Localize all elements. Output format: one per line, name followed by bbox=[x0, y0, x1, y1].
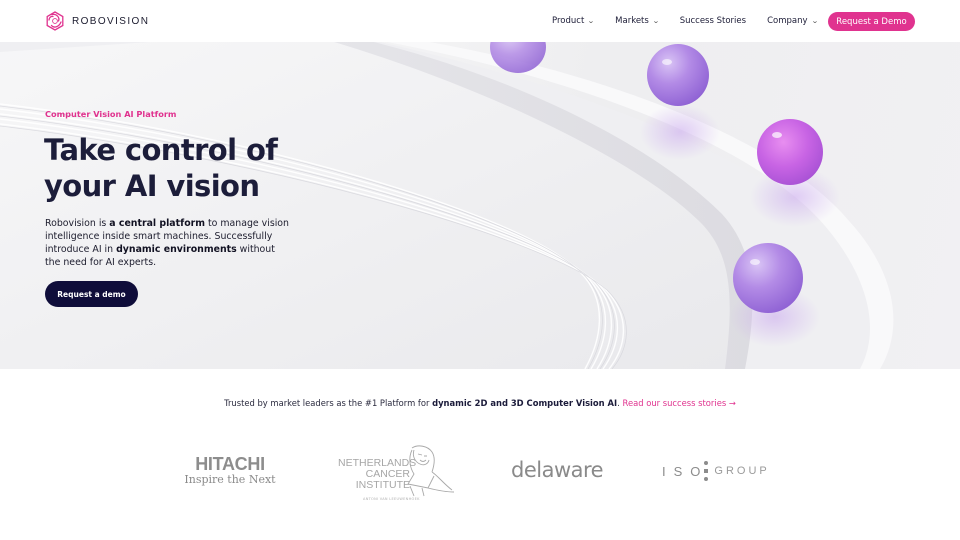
logo-text: GROUP bbox=[714, 465, 770, 477]
hero-eyebrow: Computer Vision AI Platform bbox=[45, 109, 177, 119]
hero-title-line: your AI vision bbox=[44, 169, 260, 203]
sphere bbox=[647, 44, 709, 106]
hexagon-swirl-logo-icon bbox=[46, 11, 64, 31]
request-demo-nav-button[interactable]: Request a Demo bbox=[828, 12, 915, 31]
iso-group-logo: ISO GROUP bbox=[662, 460, 770, 482]
netherlands-cancer-institute-logo: NETHERLANDS CANCER INSTITUTE ANTONI VAN … bbox=[338, 444, 458, 504]
client-logos: HITACHI Inspire the Next NETHERLANDS CAN… bbox=[0, 440, 960, 505]
nav-item-label: Markets bbox=[615, 16, 649, 26]
hero-description: Robovision is a central platform to mana… bbox=[45, 217, 290, 269]
logo-text: HITACHI bbox=[195, 454, 265, 474]
desc-text: Robovision is bbox=[45, 218, 110, 229]
chevron-down-icon: ⌄ bbox=[587, 16, 596, 25]
sphere bbox=[733, 243, 803, 313]
desc-bold: dynamic environments bbox=[116, 244, 237, 255]
request-demo-hero-button[interactable]: Request a demo bbox=[45, 281, 138, 307]
nav-item-markets[interactable]: Markets ⌄ bbox=[615, 16, 659, 26]
nav-item-label: Success Stories bbox=[679, 16, 747, 26]
hero-section: Computer Vision AI Platform Take control… bbox=[0, 42, 960, 369]
logo-tagline: Inspire the Next bbox=[184, 473, 276, 486]
nav-item-label: Product bbox=[552, 16, 585, 26]
dots-icon bbox=[704, 461, 709, 481]
brand-name: ROBOVISION bbox=[72, 15, 150, 27]
chevron-down-icon: ⌄ bbox=[651, 16, 660, 25]
nav-item-company[interactable]: Company ⌄ bbox=[767, 16, 819, 26]
logo-line: INSTITUTE bbox=[355, 479, 410, 491]
site-header: ROBOVISION Product ⌄ Markets ⌄ Success S… bbox=[0, 0, 960, 42]
trusted-statement: Trusted by market leaders as the #1 Plat… bbox=[0, 398, 960, 408]
nav-item-product[interactable]: Product ⌄ bbox=[552, 16, 596, 26]
delaware-logo: delaware bbox=[511, 458, 604, 482]
sphere bbox=[757, 119, 823, 185]
hitachi-logo: HITACHI Inspire the Next bbox=[178, 454, 282, 486]
hero-title-line: Take control of bbox=[44, 133, 278, 167]
brand-logo[interactable]: ROBOVISION bbox=[44, 10, 149, 32]
logo-text: NETHERLANDS CANCER INSTITUTE bbox=[338, 458, 416, 491]
logo-subtitle: ANTONI VAN LEEUWENHOEK bbox=[363, 497, 420, 501]
nav-item-label: Company bbox=[767, 16, 808, 26]
trusted-bold: dynamic 2D and 3D Computer Vision AI bbox=[432, 398, 618, 408]
hero-title: Take control of your AI vision bbox=[44, 132, 278, 204]
success-stories-link[interactable]: Read our success stories → bbox=[623, 398, 736, 408]
main-nav: Product ⌄ Markets ⌄ Success Stories Comp… bbox=[552, 0, 838, 42]
desc-bold: a central platform bbox=[109, 218, 206, 229]
chevron-down-icon: ⌄ bbox=[810, 16, 819, 25]
nav-item-success-stories[interactable]: Success Stories bbox=[680, 16, 746, 26]
trusted-text: Trusted by market leaders as the #1 Plat… bbox=[224, 398, 433, 408]
hero-image bbox=[0, 42, 894, 369]
portrait-icon bbox=[407, 445, 455, 497]
